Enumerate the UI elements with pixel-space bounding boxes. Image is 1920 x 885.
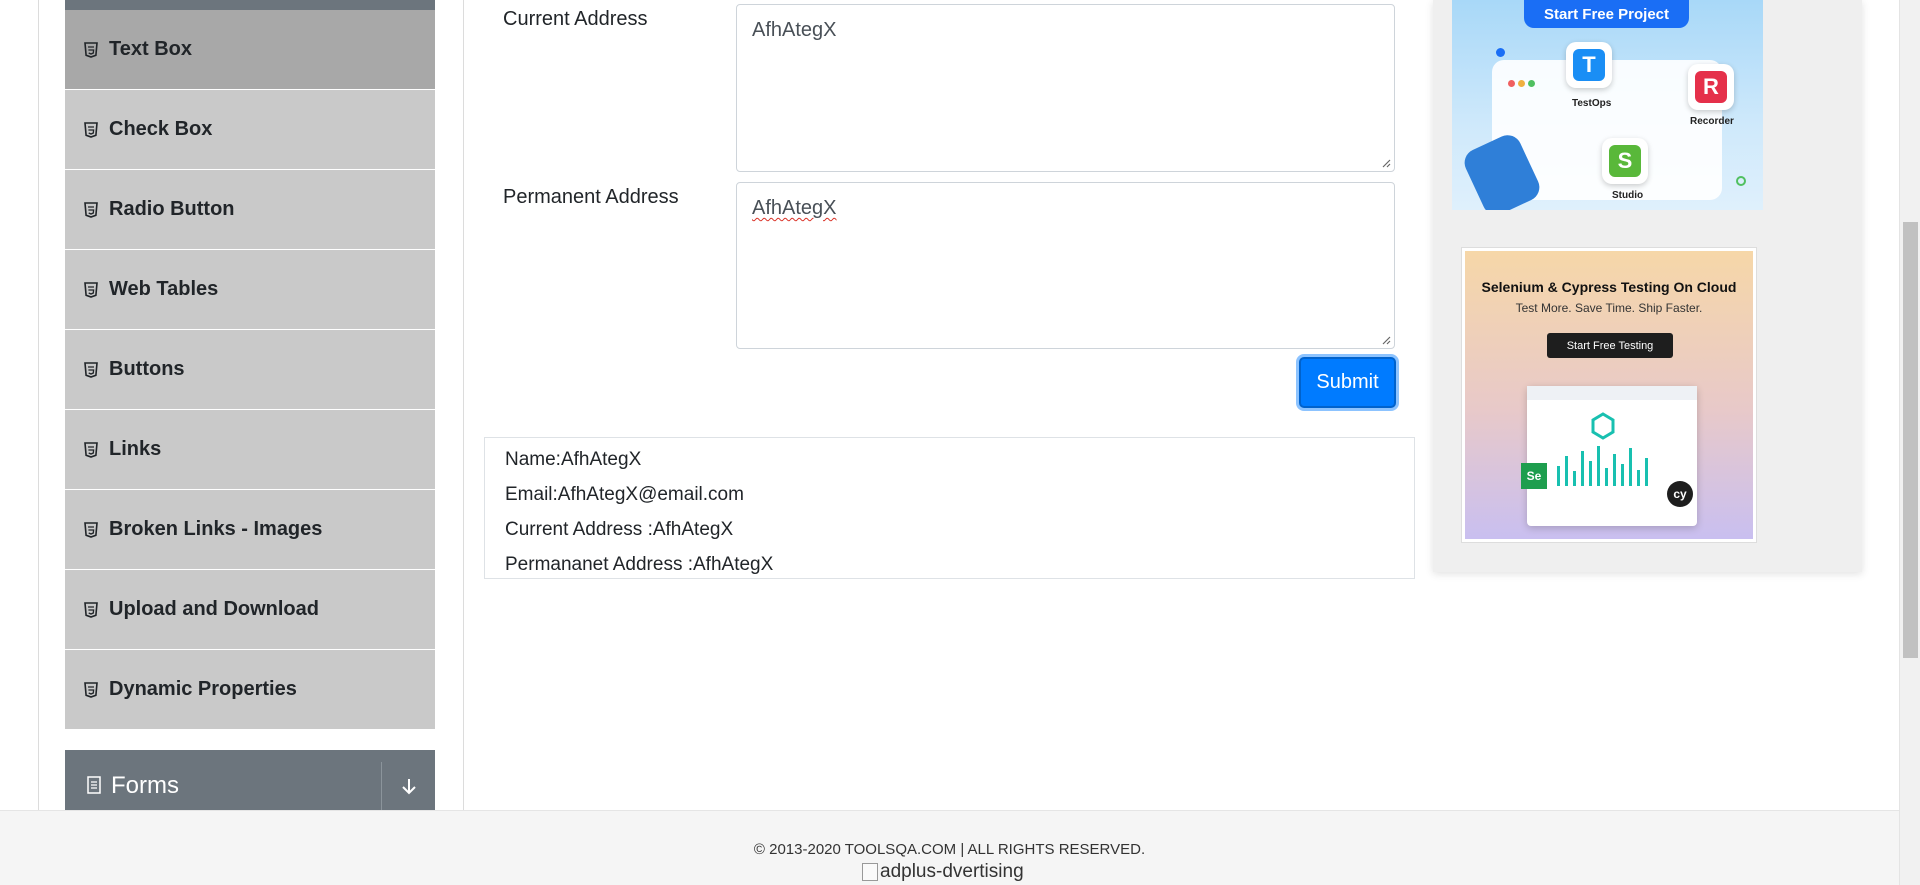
- group-header-bottom-edge: [65, 0, 435, 10]
- ad-caption-recorder: Recorder: [1690, 116, 1734, 127]
- decor-dot: [1496, 48, 1505, 57]
- output-email: Email:AfhAtegX@email.com: [505, 484, 744, 505]
- output-panel: Name:AfhAtegX Email:AfhAtegX@email.com C…: [484, 437, 1415, 579]
- html5-icon: [83, 681, 99, 699]
- output-current-address: Current Address :AfhAtegX: [505, 519, 734, 540]
- output-permanent-address: Permananet Address :AfhAtegX: [505, 554, 774, 575]
- group-header-forms[interactable]: Forms: [65, 750, 435, 810]
- sidebar-item-text-box[interactable]: Text Box: [65, 10, 435, 90]
- permanent-address-label: Permanent Address: [503, 186, 679, 208]
- lambdatest-ad[interactable]: Selenium & Cypress Testing On Cloud Test…: [1461, 247, 1757, 543]
- selenium-logo-icon: Se: [1521, 463, 1547, 489]
- footer-ad-image[interactable]: adplus-dvertising: [862, 861, 1024, 883]
- sidebar-item-check-box[interactable]: Check Box: [65, 90, 435, 170]
- current-address-label: Current Address: [503, 8, 648, 30]
- sidebar-item-upload-download[interactable]: Upload and Download: [65, 570, 435, 650]
- permanent-address-value: AfhAtegX: [752, 197, 837, 219]
- arrow-down-icon[interactable]: [381, 762, 435, 810]
- sidebar-item-radio-button[interactable]: Radio Button: [65, 170, 435, 250]
- resize-handle-icon[interactable]: [1381, 335, 1391, 345]
- sidebar-item-label: Broken Links - Images: [109, 518, 323, 540]
- decor-dot: [1528, 80, 1535, 87]
- current-address-input[interactable]: AfhAtegX: [736, 4, 1395, 172]
- html5-icon: [83, 41, 99, 59]
- html5-icon: [83, 441, 99, 459]
- footer-ad-alt-text: adplus-dvertising: [880, 861, 1024, 882]
- ad-start-free-project-button[interactable]: Start Free Project: [1524, 0, 1689, 28]
- footer: © 2013-2020 TOOLSQA.COM | ALL RIGHTS RES…: [0, 810, 1899, 885]
- sidebar-item-web-tables[interactable]: Web Tables: [65, 250, 435, 330]
- html5-icon: [83, 521, 99, 539]
- ad-caption-studio: Studio: [1612, 190, 1644, 201]
- group-header-label: Forms: [65, 762, 381, 810]
- ad2-title: Selenium & Cypress Testing On Cloud: [1481, 279, 1737, 295]
- sidebar-item-label: Links: [109, 438, 162, 460]
- current-address-value: AfhAtegX: [752, 19, 837, 41]
- sidebar-item-label: Check Box: [109, 118, 213, 140]
- ad2-subtitle: Test More. Save Time. Ship Faster.: [1515, 301, 1703, 315]
- sidebar-item-links[interactable]: Links: [65, 410, 435, 490]
- broken-image-icon: [862, 863, 878, 881]
- resize-handle-icon[interactable]: [1381, 158, 1391, 168]
- permanent-address-input[interactable]: AfhAtegX: [736, 182, 1395, 349]
- sidebar-item-label: Text Box: [109, 38, 192, 60]
- decor-dot: [1518, 80, 1525, 87]
- html5-icon: [83, 281, 99, 299]
- sidebar-item-broken-links[interactable]: Broken Links - Images: [65, 490, 435, 570]
- html5-icon: [83, 361, 99, 379]
- sidebar-item-label: Web Tables: [109, 278, 219, 300]
- copyright-text: © 2013-2020 TOOLSQA.COM | ALL RIGHTS RES…: [753, 841, 1146, 858]
- sidebar-item-buttons[interactable]: Buttons: [65, 330, 435, 410]
- katalon-ad[interactable]: Start Free Project T TestOps R Recorder …: [1452, 0, 1763, 210]
- recorder-logo-icon: R: [1688, 64, 1734, 110]
- studio-logo-icon: S: [1602, 138, 1648, 184]
- page-scrollbar[interactable]: [1899, 0, 1920, 885]
- decor-dot: [1508, 80, 1515, 87]
- html5-icon: [83, 121, 99, 139]
- sidebar-item-label: Buttons: [109, 358, 185, 380]
- sidebar-item-label: Radio Button: [109, 198, 235, 220]
- sidebar-item-dynamic-properties[interactable]: Dynamic Properties: [65, 650, 435, 730]
- group-title: Forms: [111, 772, 179, 799]
- html5-icon: [83, 201, 99, 219]
- decor-ring: [1736, 176, 1746, 186]
- output-name: Name:AfhAtegX: [505, 449, 642, 470]
- testops-logo-icon: T: [1566, 42, 1612, 88]
- ad-caption-testops: TestOps: [1572, 98, 1612, 109]
- cypress-logo-icon: cy: [1667, 481, 1693, 507]
- ad-start-free-testing-button[interactable]: Start Free Testing: [1547, 333, 1673, 358]
- submit-button[interactable]: Submit: [1299, 357, 1396, 408]
- document-icon: [87, 776, 103, 796]
- scrollbar-thumb[interactable]: [1903, 222, 1918, 658]
- html5-icon: [83, 601, 99, 619]
- sidebar-item-label: Dynamic Properties: [109, 678, 297, 700]
- sidebar-item-label: Upload and Download: [109, 598, 319, 620]
- ad2-dashboard-illustration: [1527, 386, 1697, 526]
- sidebar: Text Box Check Box Radio Button Web Tabl…: [65, 0, 435, 730]
